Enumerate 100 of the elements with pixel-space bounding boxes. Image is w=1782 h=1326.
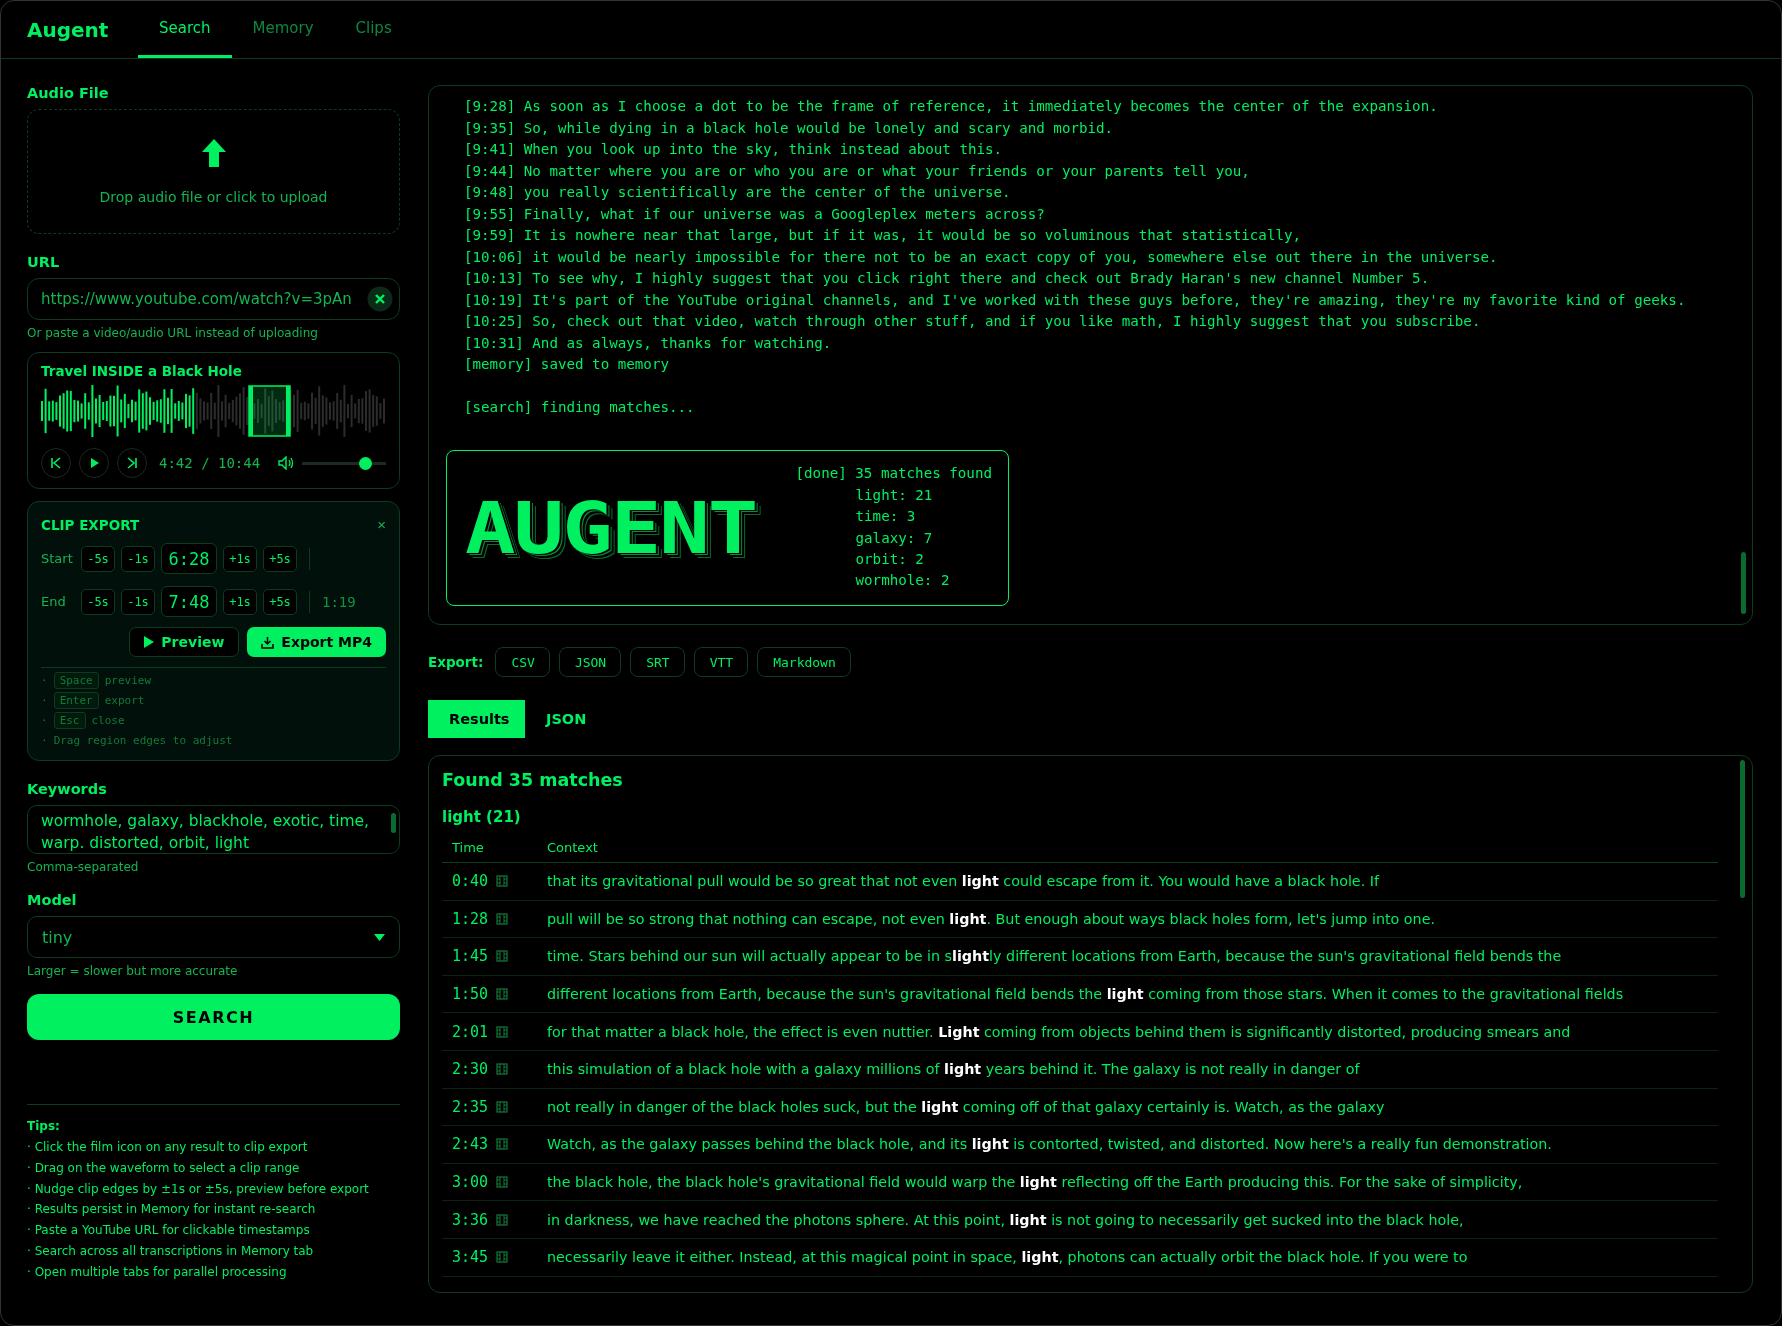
brand-logo: Augent (27, 17, 110, 42)
skip-forward-icon (126, 457, 138, 469)
scrollbar-thumb[interactable] (1741, 552, 1746, 614)
dropzone-text: Drop audio file or click to upload (99, 188, 328, 205)
film-icon[interactable] (496, 950, 509, 963)
close-button[interactable]: × (377, 516, 386, 533)
summary-line: wormhole: 2 (854, 571, 951, 591)
log-line: [10:13] To see why, I highly suggest that you click right there and check out Brady Haran's new channel Number 5. (463, 269, 1431, 288)
timestamp-link[interactable]: 3:36 (452, 1210, 489, 1229)
upload-arrow-icon (201, 138, 226, 167)
export-format-button[interactable]: Markdown (757, 647, 851, 677)
film-icon[interactable] (496, 1213, 509, 1226)
field-hint: Larger = slower but more accurate (27, 964, 239, 978)
nudge-button[interactable]: +5s (263, 545, 297, 572)
waveform[interactable] (41, 385, 386, 437)
context-cell: different locations from Earth, because the sun's gravitational field bends the light coming from those stars. When it comes to the gravitational fields (537, 975, 1718, 1013)
nav-tab[interactable]: Memory (231, 1, 335, 58)
search-button[interactable]: SEARCH (27, 994, 400, 1040)
nav-tab[interactable]: Clips (334, 1, 413, 58)
timestamp-link[interactable]: 1:28 (452, 909, 489, 928)
timestamp-link[interactable]: 2:43 (452, 1135, 489, 1154)
nudge-button[interactable]: -5s (81, 588, 115, 615)
field-hint: Or paste a video/audio URL instead of uploading (27, 326, 319, 340)
context-cell: this simulation of a black hole with a galaxy millions of light years behind it. The galaxy is not really in danger of (537, 1050, 1718, 1089)
export-button[interactable]: Export MP4 (247, 627, 386, 657)
caret-icon (374, 933, 385, 941)
time-value[interactable]: 7:48 (161, 586, 217, 617)
shortcut-text: preview (104, 673, 152, 687)
film-icon[interactable] (496, 1176, 509, 1189)
row-label: End (41, 594, 67, 609)
film-icon[interactable] (496, 875, 509, 888)
log-line: [memory] saved to memory (463, 355, 670, 374)
preview-button[interactable]: Preview (129, 627, 240, 657)
log-line: [search] finding matches... (463, 398, 696, 417)
tip-text: · Nudge clip edges by ±1s or ±5s, preview before export (27, 1180, 370, 1198)
log-line: [10:19] It's part of the YouTube original channels, and I've worked with these guys before, they're amazing, they're my favorite kind of geeks. (463, 290, 1687, 310)
tip-text: · Open multiple tabs for parallel processing (27, 1263, 288, 1281)
timestamp-link[interactable]: 3:00 (452, 1173, 489, 1192)
shortcut-text: close (91, 713, 125, 727)
skip-back-icon (50, 457, 62, 469)
nav-tab[interactable]: Search (138, 1, 232, 58)
view-tab[interactable]: Results (428, 700, 525, 738)
url-field[interactable]: https://www.youtube.com/watch?v=3pAn (27, 278, 400, 320)
film-icon[interactable] (496, 1063, 509, 1076)
film-icon[interactable] (496, 988, 509, 1001)
bullet: · (41, 673, 48, 687)
summary-line: [done] 35 matches found (795, 464, 992, 484)
column-header: Context (537, 840, 1718, 863)
summary-line: galaxy: 7 (854, 528, 934, 548)
shortcut-text: Drag region edges to adjust (53, 733, 233, 747)
nudge-button[interactable]: -1s (121, 545, 155, 572)
row-label: Start (41, 551, 74, 566)
log-line: [9:59] It is nowhere near that large, but if it was, it would be so voluminous that statistically, (463, 226, 1303, 245)
nudge-button[interactable]: +1s (223, 545, 257, 572)
summary-line: orbit: 2 (854, 549, 925, 569)
log-line: [9:28] As soon as I choose a dot to be the frame of reference, it immediately becomes the center of the expansion. (463, 97, 1439, 116)
model-select[interactable]: tiny (27, 916, 400, 958)
scrollbar-thumb[interactable] (1740, 760, 1745, 898)
nudge-button[interactable]: +5s (263, 588, 297, 615)
view-tab[interactable]: JSON (525, 700, 608, 738)
timestamp-link[interactable]: 2:01 (452, 1022, 489, 1041)
download-icon (261, 635, 275, 649)
bullet: · (41, 733, 48, 747)
timestamp-link[interactable]: 0:40 (452, 872, 489, 891)
clear-icon[interactable] (367, 286, 393, 312)
nudge-button[interactable]: -5s (81, 545, 115, 572)
timestamp-link[interactable]: 1:50 (452, 985, 489, 1004)
export-format-button[interactable]: CSV (495, 647, 550, 677)
timestamp-link[interactable]: 1:45 (452, 947, 489, 966)
keywords-field[interactable]: wormhole, galaxy, blackhole, exotic, time, warp. distorted, orbit, light (27, 805, 400, 854)
bullet: · (41, 693, 48, 707)
key-hint: Esc (53, 711, 86, 729)
film-icon[interactable] (496, 1100, 509, 1113)
timestamp-link[interactable]: 2:35 (452, 1097, 489, 1116)
export-format-button[interactable]: SRT (630, 647, 685, 677)
shortcut-text: export (104, 693, 145, 707)
slider-thumb[interactable] (359, 456, 372, 470)
column-header: Time (442, 840, 537, 863)
log-line: [9:44] No matter where you are or who you are or what your friends or your parents tell you, (463, 161, 1251, 181)
key-hint: Space (53, 671, 99, 689)
nudge-button[interactable]: +1s (223, 588, 257, 615)
timestamp-link[interactable]: 3:45 (452, 1248, 489, 1267)
log-line: [10:06] it would be nearly impossible for there not to be an exact copy of you, somewhere else out there in the universe. (463, 247, 1499, 267)
film-icon[interactable] (496, 1138, 509, 1151)
export-format-button[interactable]: VTT (693, 647, 749, 677)
film-icon[interactable] (496, 1251, 509, 1264)
keyword-group-heading: light (21) (442, 808, 522, 826)
volume-icon[interactable] (278, 456, 294, 470)
time-value[interactable]: 6:28 (161, 543, 217, 574)
nudge-button[interactable]: -1s (121, 588, 155, 615)
film-icon[interactable] (496, 912, 509, 925)
field-hint: Comma-separated (27, 860, 140, 874)
selection-region[interactable] (248, 385, 291, 437)
log-line: [9:35] So, while dying in a black hole would be lonely and scary and morbid. (463, 118, 1115, 138)
timestamp-link[interactable]: 2:30 (452, 1060, 489, 1079)
export-format-button[interactable]: JSON (558, 647, 622, 677)
upload-dropzone[interactable]: Drop audio file or click to upload (27, 109, 400, 234)
film-icon[interactable] (496, 1025, 509, 1038)
log-line: [9:41] When you look up into the sky, think instead about this. (463, 140, 1004, 159)
context-cell: for that matter a black hole, the effect is even nuttier. Light coming from objects behind them is significantly distorted, producing smears and (537, 1012, 1718, 1051)
